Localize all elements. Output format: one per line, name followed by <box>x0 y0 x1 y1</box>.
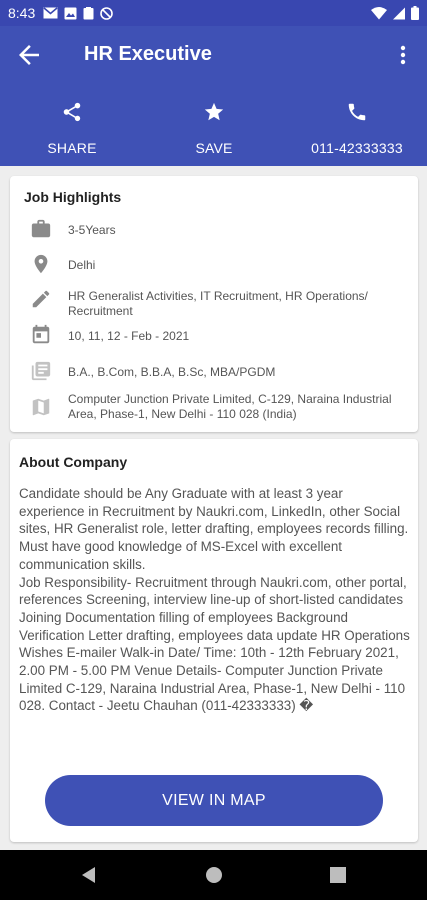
status-time: 8:43 <box>8 5 36 21</box>
share-label: SHARE <box>47 140 97 156</box>
nav-recents-icon[interactable] <box>329 866 347 889</box>
share-icon <box>40 96 104 128</box>
skills-text: HR Generalist Activities, IT Recruitment… <box>68 289 368 318</box>
address-text: Computer Junction Private Limited, C-129… <box>68 392 392 421</box>
no-disturb-icon <box>100 6 114 20</box>
about-company-card: About Company Candidate should be Any Gr… <box>10 439 418 842</box>
star-icon <box>182 96 246 128</box>
share-button[interactable]: SHARE <box>40 96 104 156</box>
status-bar: 8:43 <box>0 0 427 26</box>
call-button[interactable]: 011-42333333 <box>302 96 412 156</box>
map-icon <box>30 396 52 418</box>
save-button[interactable]: SAVE <box>182 96 246 156</box>
location-pin-icon <box>30 253 52 275</box>
page-title: HR Executive <box>84 43 212 65</box>
calendar-icon <box>30 324 52 346</box>
save-label: SAVE <box>195 140 233 156</box>
system-nav-bar <box>0 850 427 900</box>
dates-text: 10, 11, 12 - Feb - 2021 <box>68 329 190 343</box>
gmail-icon <box>43 7 58 19</box>
phone-icon <box>302 96 412 128</box>
education-text: B.A., B.Com, B.B.A, B.Sc, MBA/PGDM <box>68 365 276 379</box>
action-row: SHARE SAVE 011-42333333 <box>0 96 427 166</box>
nav-home-icon[interactable] <box>205 866 223 889</box>
pencil-icon <box>30 288 52 310</box>
location-text: Delhi <box>68 258 96 272</box>
nav-back-icon[interactable] <box>80 866 98 889</box>
view-in-map-button[interactable]: VIEW IN MAP <box>45 775 383 826</box>
battery-icon <box>411 6 419 20</box>
job-highlights-heading: Job Highlights <box>24 189 122 205</box>
app-bar: HR Executive SHARE SAVE 011-42333333 <box>0 26 427 166</box>
image-icon <box>64 7 77 20</box>
about-company-description: Candidate should be Any Graduate with at… <box>19 486 410 714</box>
signal-icon <box>392 7 406 20</box>
back-arrow-icon[interactable] <box>14 40 44 70</box>
more-vert-icon[interactable] <box>393 42 413 68</box>
job-highlights-card: Job Highlights 3-5Years Delhi HR General… <box>10 176 418 432</box>
clipboard-icon <box>83 6 94 20</box>
briefcase-icon <box>30 218 52 240</box>
experience-text: 3-5Years <box>68 223 116 237</box>
phone-label: 011-42333333 <box>311 140 403 156</box>
about-company-heading: About Company <box>19 454 128 470</box>
education-icon <box>30 360 52 382</box>
wifi-icon <box>371 6 387 20</box>
